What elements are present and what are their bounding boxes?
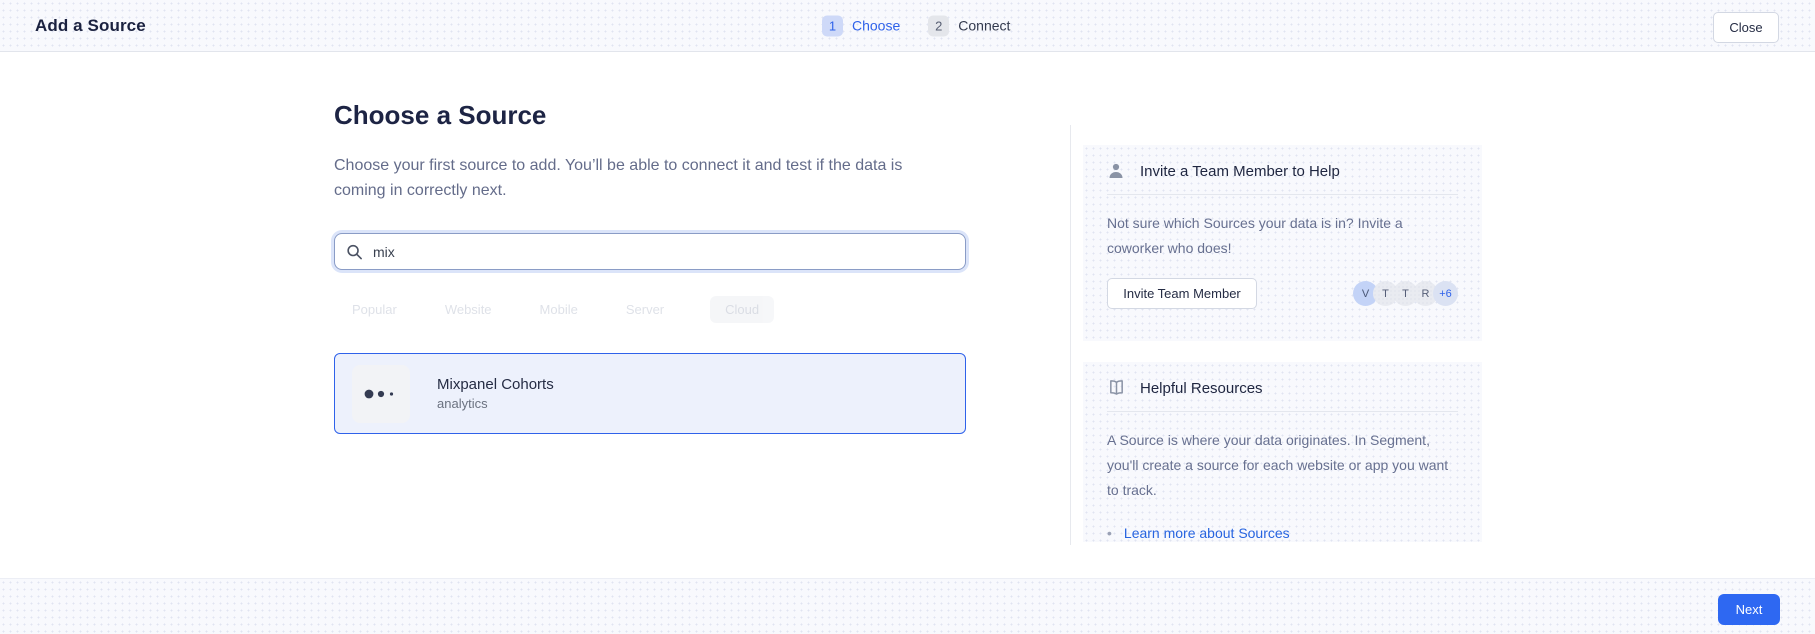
step-connect-badge: 2: [928, 15, 949, 36]
page-heading: Choose a Source: [334, 100, 966, 131]
invite-panel: Invite a Team Member to Help Not sure wh…: [1083, 145, 1482, 341]
avatar-overflow-badge: +6: [1433, 281, 1458, 306]
footer-bar: Next: [0, 578, 1815, 634]
invite-team-member-button[interactable]: Invite Team Member: [1107, 278, 1257, 309]
invite-row: Invite Team Member V T T R +6: [1107, 278, 1458, 309]
book-icon: [1107, 379, 1125, 397]
sidebar-divider: [1070, 125, 1071, 545]
resources-panel: Helpful Resources A Source is where your…: [1083, 362, 1482, 542]
search-input[interactable]: [334, 233, 966, 270]
resources-panel-title: Helpful Resources: [1140, 380, 1263, 397]
filter-popular[interactable]: Popular: [350, 296, 399, 323]
invite-panel-rule: [1107, 194, 1458, 195]
step-choose[interactable]: 1 Choose: [822, 15, 900, 36]
bullet-icon: •: [1107, 525, 1112, 541]
resources-panel-body: A Source is where your data originates. …: [1107, 428, 1458, 503]
main-content: Choose a Source Choose your first source…: [334, 52, 966, 434]
filter-server[interactable]: Server: [624, 296, 666, 323]
mixpanel-dots-logo: [352, 365, 410, 423]
page-title: Add a Source: [35, 16, 146, 36]
resources-panel-header: Helpful Resources: [1107, 362, 1458, 411]
category-filters: Popular Website Mobile Server Cloud: [334, 296, 966, 323]
step-connect-label: Connect: [958, 18, 1010, 34]
source-card-mixpanel-cohorts[interactable]: Mixpanel Cohorts analytics: [334, 353, 966, 434]
invite-panel-title: Invite a Team Member to Help: [1140, 163, 1340, 180]
source-card-text: Mixpanel Cohorts analytics: [437, 376, 554, 411]
step-choose-label: Choose: [852, 18, 900, 34]
team-avatar-stack: V T T R +6: [1353, 281, 1458, 306]
step-connect[interactable]: 2 Connect: [928, 15, 1010, 36]
learn-more-sources-link[interactable]: Learn more about Sources: [1124, 525, 1290, 541]
next-button[interactable]: Next: [1718, 594, 1780, 625]
filter-website[interactable]: Website: [443, 296, 494, 323]
source-category: analytics: [437, 396, 554, 411]
header-bar: Add a Source 1 Choose 2 Connect Close: [0, 0, 1815, 52]
stepper: 1 Choose 2 Connect: [822, 15, 1010, 36]
add-source-screen: Add a Source 1 Choose 2 Connect Close Ch…: [0, 0, 1815, 634]
source-search: [334, 233, 966, 270]
filter-cloud[interactable]: Cloud: [710, 296, 774, 323]
step-choose-badge: 1: [822, 15, 843, 36]
source-name: Mixpanel Cohorts: [437, 376, 554, 393]
resources-panel-rule: [1107, 411, 1458, 412]
resources-link-row: • Learn more about Sources: [1107, 525, 1458, 541]
page-description: Choose your first source to add. You’ll …: [334, 153, 944, 203]
filter-mobile[interactable]: Mobile: [538, 296, 580, 323]
person-icon: [1107, 162, 1125, 180]
invite-panel-header: Invite a Team Member to Help: [1107, 145, 1458, 194]
close-button[interactable]: Close: [1713, 12, 1779, 43]
invite-panel-body: Not sure which Sources your data is in? …: [1107, 211, 1458, 261]
